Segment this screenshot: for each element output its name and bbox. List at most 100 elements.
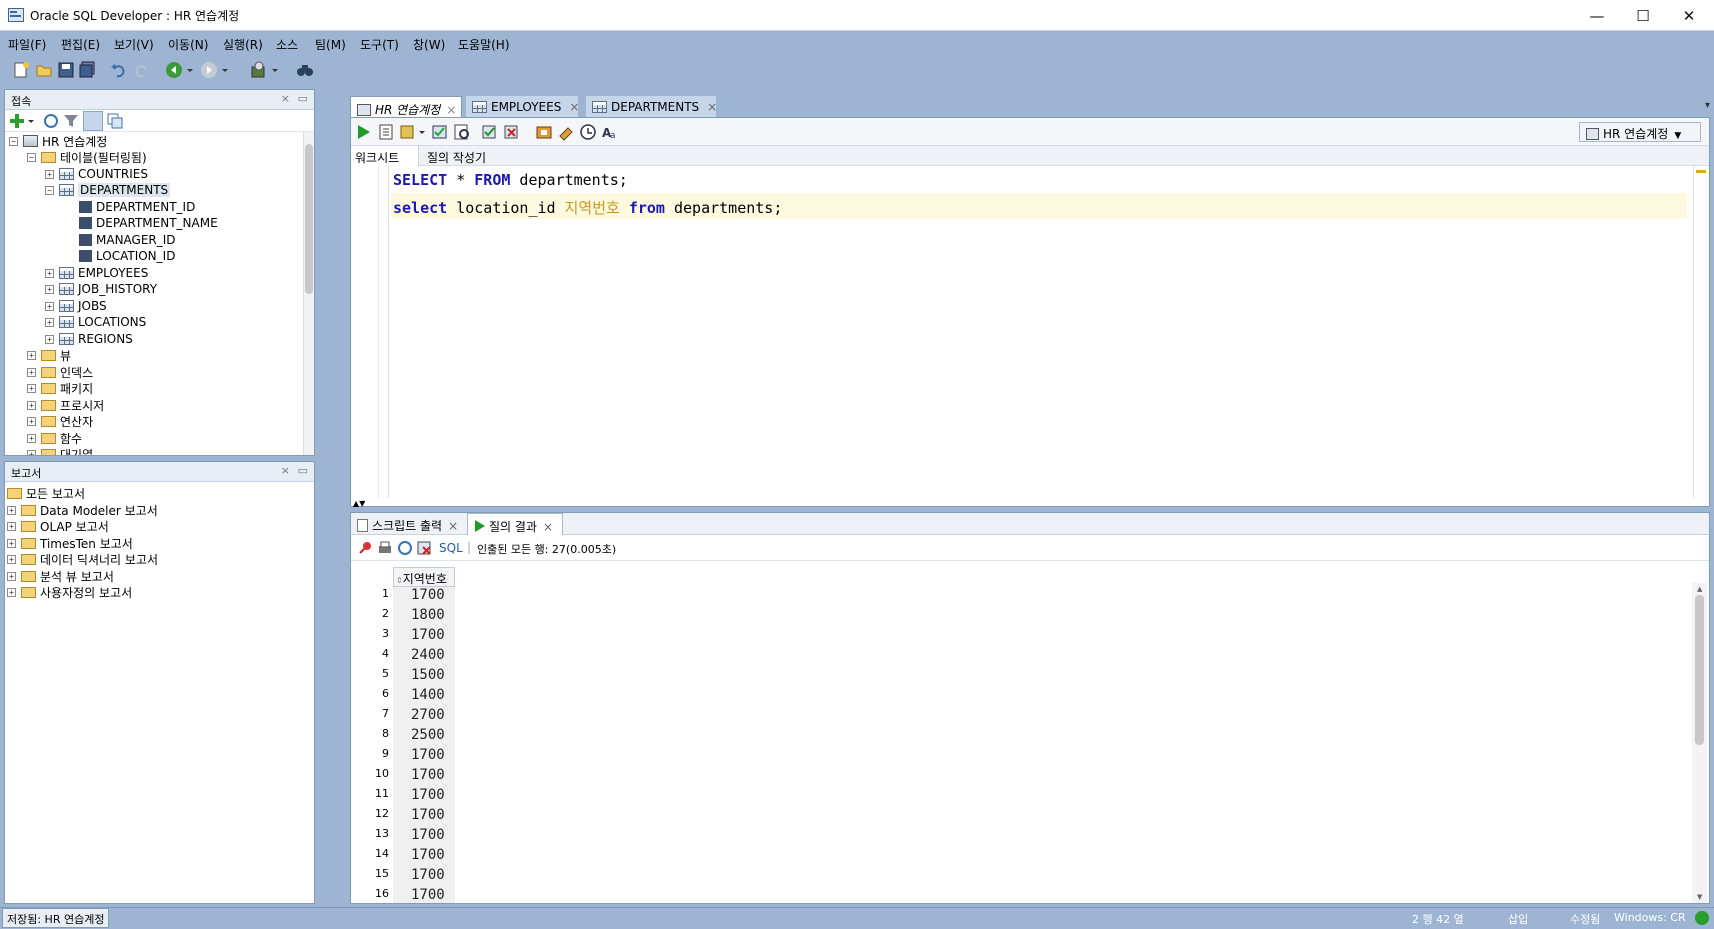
tree-node-report[interactable]: + OLAP 보고서 bbox=[7, 517, 109, 535]
menu-help[interactable]: 도움말(H) bbox=[458, 36, 510, 53]
tree-node-packages[interactable]: + 패키지 bbox=[27, 379, 93, 397]
undo-icon[interactable] bbox=[110, 61, 128, 79]
tab-hr-worksheet[interactable]: HR 연습계정 × bbox=[350, 96, 462, 118]
menu-edit[interactable]: 편집(E) bbox=[61, 36, 100, 53]
cell-value[interactable]: 1700 bbox=[411, 747, 445, 763]
cell-value[interactable]: 1700 bbox=[411, 827, 445, 843]
commit-icon[interactable] bbox=[431, 123, 449, 144]
table-row[interactable]: 12 1700 bbox=[351, 807, 1591, 825]
cell-value[interactable]: 2700 bbox=[411, 707, 445, 723]
open-folder-icon[interactable] bbox=[35, 61, 53, 79]
print-icon[interactable] bbox=[377, 540, 393, 559]
tree-node-report[interactable]: + 사용자정의 보고서 bbox=[7, 583, 132, 601]
results-grid[interactable]: ⇕지역번호 1 1700 2 1800 3 1700 4 2400 5 1500 6 1400 7 270… bbox=[351, 561, 1691, 903]
cell-value[interactable]: 1700 bbox=[411, 787, 445, 803]
close-icon[interactable]: × bbox=[446, 103, 456, 117]
tree-node-job-history[interactable]: + JOB_HISTORY bbox=[45, 280, 157, 298]
cell-value[interactable]: 1700 bbox=[411, 587, 445, 603]
tree-node-report[interactable]: + 데이터 딕셔너리 보고서 bbox=[7, 550, 158, 568]
menu-team[interactable]: 팀(M) bbox=[315, 36, 346, 53]
sql-worksheet-dropdown-icon[interactable] bbox=[270, 61, 280, 79]
run-statement-icon[interactable] bbox=[355, 123, 373, 144]
table-row[interactable]: 5 1500 bbox=[351, 667, 1591, 685]
cell-value[interactable]: 1800 bbox=[411, 607, 445, 623]
table-row[interactable]: 1 1700 bbox=[351, 587, 1591, 605]
refresh-icon[interactable] bbox=[397, 540, 413, 559]
menu-navigate[interactable]: 이동(N) bbox=[168, 36, 208, 53]
schema-browser-icon[interactable] bbox=[83, 111, 103, 131]
minimize-panel-icon[interactable]: ▭ bbox=[298, 92, 308, 105]
tab-list-icon[interactable]: ▾ bbox=[1705, 100, 1710, 111]
new-file-icon[interactable] bbox=[12, 61, 30, 79]
menu-source[interactable]: 소스 bbox=[276, 36, 298, 53]
tree-scrollbar[interactable] bbox=[303, 132, 314, 455]
tree-node-column[interactable]: DEPARTMENT_NAME bbox=[79, 214, 218, 232]
forward-icon[interactable] bbox=[200, 61, 218, 79]
scrollbar-thumb[interactable] bbox=[305, 144, 313, 294]
table-row[interactable]: 2 1800 bbox=[351, 607, 1591, 625]
binoculars-icon[interactable] bbox=[296, 61, 314, 79]
cell-value[interactable]: 2400 bbox=[411, 647, 445, 663]
table-row[interactable]: 15 1700 bbox=[351, 867, 1591, 885]
autotrace-icon[interactable] bbox=[399, 123, 417, 144]
cell-value[interactable]: 2500 bbox=[411, 727, 445, 743]
tab-query-result[interactable]: 질의 결과 × bbox=[467, 513, 563, 535]
results-scrollbar[interactable]: ▲ ▼ bbox=[1692, 583, 1707, 903]
rollback-icon[interactable] bbox=[503, 123, 521, 144]
tab-query-builder[interactable]: 질의 작성기 bbox=[423, 146, 490, 166]
table-row[interactable]: 14 1700 bbox=[351, 847, 1591, 865]
back-dropdown-icon[interactable] bbox=[185, 61, 195, 79]
sql-worksheet-icon[interactable] bbox=[250, 61, 268, 79]
table-row[interactable]: 8 2500 bbox=[351, 727, 1591, 745]
format-text-icon[interactable]: Aa bbox=[601, 123, 619, 144]
eraser-icon[interactable] bbox=[557, 123, 575, 144]
cell-value[interactable]: 1700 bbox=[411, 627, 445, 643]
tree-node-all-reports[interactable]: 모든 보고서 bbox=[7, 484, 85, 502]
splitter-arrows-icon[interactable]: ▲▼ bbox=[353, 499, 365, 508]
connection-select[interactable]: HR 연습계정 ▼ bbox=[1579, 122, 1701, 142]
menu-run[interactable]: 실행(R) bbox=[223, 36, 263, 53]
menu-file[interactable]: 파일(F) bbox=[8, 36, 46, 53]
tab-employees[interactable]: EMPLOYEES × bbox=[466, 96, 579, 118]
tree-node-locations[interactable]: + LOCATIONS bbox=[45, 313, 146, 331]
pin-icon[interactable] bbox=[357, 540, 373, 559]
save-icon[interactable] bbox=[57, 61, 75, 79]
minimize-button[interactable]: — bbox=[1574, 0, 1620, 31]
close-icon[interactable]: × bbox=[281, 464, 290, 477]
filter-icon[interactable] bbox=[63, 113, 79, 132]
tree-node-queues[interactable]: + 대기열 bbox=[27, 445, 93, 455]
close-icon[interactable]: × bbox=[543, 520, 553, 534]
refresh-icon[interactable] bbox=[43, 113, 59, 132]
scroll-down-icon[interactable]: ▼ bbox=[1697, 893, 1702, 901]
table-row[interactable]: 9 1700 bbox=[351, 747, 1591, 765]
forward-dropdown-icon[interactable] bbox=[220, 61, 230, 79]
add-connection-icon[interactable] bbox=[9, 113, 25, 132]
table-row[interactable]: 16 1700 bbox=[351, 887, 1591, 903]
scroll-up-icon[interactable]: ▲ bbox=[1697, 585, 1702, 593]
tree-node-views[interactable]: + 뷰 bbox=[27, 346, 71, 364]
cell-value[interactable]: 1700 bbox=[411, 867, 445, 883]
tree-node-tables[interactable]: − 테이블(필터링됨) bbox=[27, 148, 147, 166]
table-row[interactable]: 6 1400 bbox=[351, 687, 1591, 705]
tree-node-departments[interactable]: − DEPARTMENTS bbox=[45, 181, 171, 199]
run-script-icon[interactable] bbox=[377, 123, 395, 144]
sql-link[interactable]: SQL bbox=[439, 541, 463, 555]
tab-script-output[interactable]: 스크립트 출력 × bbox=[351, 513, 463, 535]
table-row[interactable]: 13 1700 bbox=[351, 827, 1591, 845]
menu-view[interactable]: 보기(V) bbox=[114, 36, 154, 53]
save-all-icon[interactable] bbox=[78, 61, 96, 79]
cell-value[interactable]: 1700 bbox=[411, 887, 445, 903]
cell-value[interactable]: 1700 bbox=[411, 767, 445, 783]
cell-value[interactable]: 1700 bbox=[411, 847, 445, 863]
table-row[interactable]: 4 2400 bbox=[351, 647, 1591, 665]
table-row[interactable]: 7 2700 bbox=[351, 707, 1591, 725]
sql-history-icon[interactable] bbox=[579, 123, 597, 144]
table-row[interactable]: 3 1700 bbox=[351, 627, 1591, 645]
add-dropdown-icon[interactable] bbox=[27, 113, 35, 132]
table-row[interactable]: 11 1700 bbox=[351, 787, 1591, 805]
table-row[interactable]: 10 1700 bbox=[351, 767, 1591, 785]
explain-plan-icon[interactable] bbox=[453, 123, 471, 144]
maximize-button[interactable]: ☐ bbox=[1620, 0, 1666, 31]
tab-departments[interactable]: DEPARTMENTS × bbox=[586, 96, 717, 118]
close-button[interactable]: ✕ bbox=[1666, 0, 1712, 31]
